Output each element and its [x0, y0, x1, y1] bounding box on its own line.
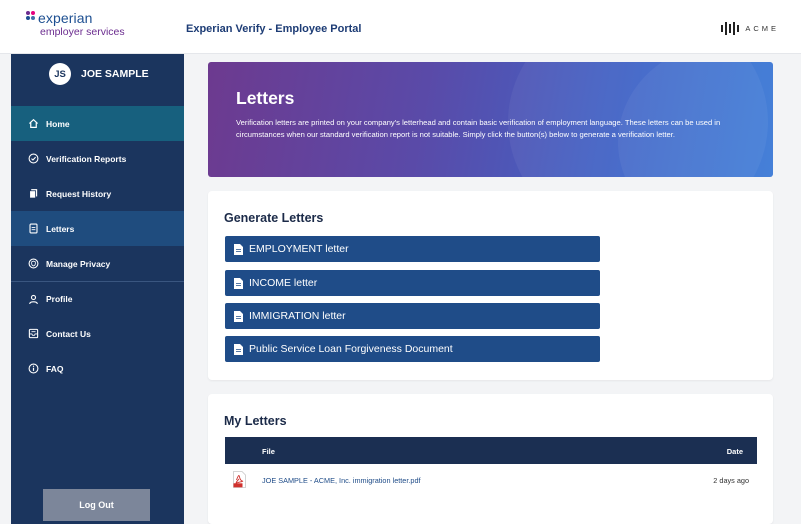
- page-description: Verification letters are printed on your…: [236, 118, 721, 139]
- income-letter-button[interactable]: INCOME letter: [225, 270, 600, 296]
- sidebar-item-request-history[interactable]: Request History: [11, 176, 184, 211]
- button-label: EMPLOYMENT letter: [249, 243, 349, 255]
- letters-table-header: File Date: [225, 437, 757, 464]
- document-icon: [234, 243, 243, 255]
- sidebar-item-contact-us[interactable]: Contact Us: [11, 316, 184, 351]
- check-shield-icon: [27, 153, 39, 165]
- sidebar-item-label: Manage Privacy: [46, 258, 111, 269]
- pdf-file-icon: [233, 471, 246, 488]
- sidebar-item-manage-privacy[interactable]: Manage Privacy: [11, 246, 184, 281]
- contact-icon: [27, 328, 39, 340]
- portal-title: Experian Verify - Employee Portal: [186, 23, 362, 35]
- sidebar-item-label: Request History: [46, 188, 112, 199]
- sidebar-item-letters[interactable]: Letters: [11, 211, 184, 246]
- sidebar-item-verification-reports[interactable]: Verification Reports: [11, 141, 184, 176]
- sidebar-item-label: Contact Us: [46, 328, 91, 339]
- person-icon: [27, 293, 39, 305]
- info-icon: [27, 363, 39, 375]
- page-title: Letters: [236, 88, 295, 108]
- avatar[interactable]: JS: [49, 63, 71, 85]
- logout-button[interactable]: Log Out: [43, 489, 150, 521]
- sidebar-item-label: Letters: [46, 223, 75, 234]
- acme-brand: ACME: [721, 22, 779, 35]
- home-icon: [27, 118, 39, 130]
- logo-dots-icon: [26, 11, 38, 23]
- sidebar-nav: Home Verification Reports Request Histor…: [11, 106, 184, 386]
- letter-icon: [27, 223, 39, 235]
- acme-logo-icon: [721, 22, 740, 35]
- experian-logo[interactable]: experian employer services: [26, 10, 156, 46]
- button-label: INCOME letter: [249, 277, 318, 289]
- document-icon: [234, 277, 243, 289]
- user-name: JOE SAMPLE: [81, 68, 149, 80]
- sidebar-item-profile[interactable]: Profile: [11, 281, 184, 316]
- sidebar-item-label: Verification Reports: [46, 153, 127, 164]
- document-icon: [234, 343, 243, 355]
- sidebar-item-label: Profile: [46, 294, 73, 304]
- sidebar-item-home[interactable]: Home: [11, 106, 184, 141]
- logo-subtitle: employer services: [40, 26, 125, 38]
- pslf-document-button[interactable]: Public Service Loan Forgiveness Document: [225, 336, 600, 362]
- generate-letters-title: Generate Letters: [224, 211, 324, 225]
- button-label: IMMIGRATION letter: [249, 310, 346, 322]
- sidebar-item-label: Home: [46, 118, 70, 129]
- immigration-letter-button[interactable]: IMMIGRATION letter: [225, 303, 600, 329]
- sidebar-item-label: FAQ: [46, 363, 64, 374]
- logo-word: experian: [38, 10, 93, 26]
- generate-letters-card: Generate Letters EMPLOYMENT letter INCOM…: [208, 191, 773, 380]
- column-header-date: Date: [726, 447, 743, 456]
- user-info: JS JOE SAMPLE: [11, 54, 184, 94]
- my-letters-card: My Letters File Date JOE SAMPLE - ACME, …: [208, 394, 773, 524]
- letters-banner: Letters Verification letters are printed…: [208, 62, 773, 177]
- sidebar: JS JOE SAMPLE Home Verification Reports …: [11, 54, 184, 524]
- letter-date: 2 days ago: [713, 476, 749, 485]
- document-icon: [234, 310, 243, 322]
- button-label: Public Service Loan Forgiveness Document: [249, 343, 453, 355]
- brand-name: ACME: [745, 24, 779, 33]
- my-letters-title: My Letters: [224, 414, 287, 428]
- documents-icon: [27, 188, 39, 200]
- letter-file-link[interactable]: JOE SAMPLE - ACME, Inc. immigration lett…: [262, 476, 421, 485]
- privacy-shield-icon: [27, 258, 39, 270]
- employment-letter-button[interactable]: EMPLOYMENT letter: [225, 236, 600, 262]
- column-header-file: File: [262, 447, 275, 456]
- top-header: experian employer services Experian Veri…: [0, 0, 801, 54]
- table-row[interactable]: JOE SAMPLE - ACME, Inc. immigration lett…: [225, 464, 757, 496]
- sidebar-item-faq[interactable]: FAQ: [11, 351, 184, 386]
